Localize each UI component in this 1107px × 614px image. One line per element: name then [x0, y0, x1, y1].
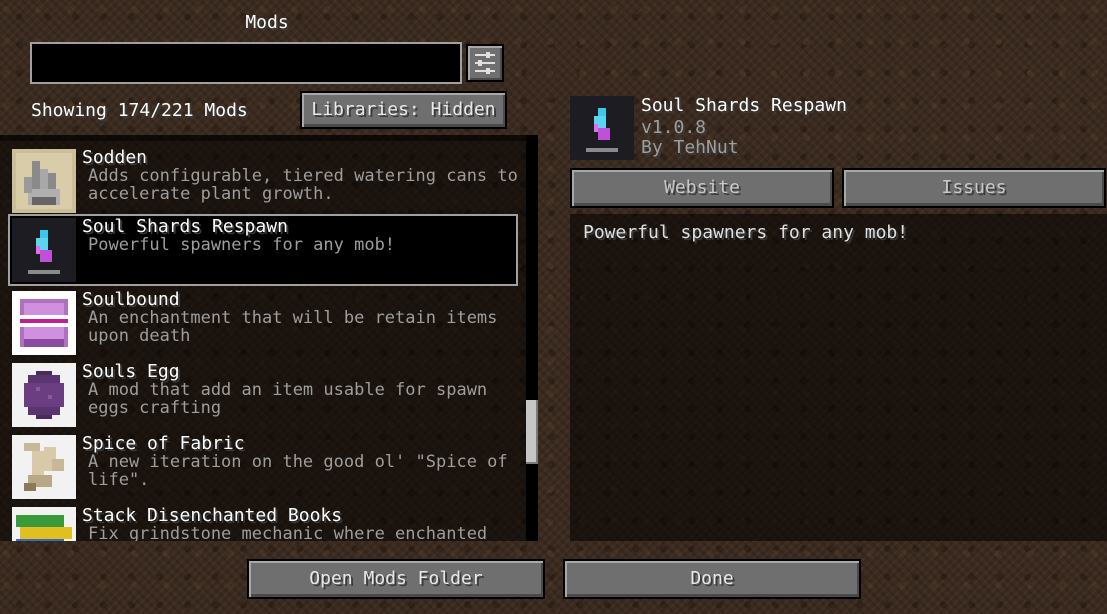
list-item[interactable]: Souls Egg A mod that add an item usable … — [10, 361, 518, 431]
search-input[interactable] — [30, 42, 462, 84]
detail-mod-name: Soul Shards Respawn — [641, 95, 847, 116]
filter-button[interactable] — [466, 44, 504, 82]
list-item[interactable]: Sodden Adds configurable, tiered waterin… — [10, 147, 518, 217]
page-title: Mods — [245, 12, 289, 33]
watering-can-icon — [12, 149, 76, 213]
mod-count-label: Showing 174/221 Mods — [31, 100, 248, 121]
mod-name: Soulbound — [82, 289, 180, 310]
description-panel: Powerful spawners for any mob! — [570, 214, 1107, 541]
scroll-icon — [12, 435, 76, 499]
soulbound-book-icon — [12, 291, 76, 355]
mod-description: An enchantment that will be retain items… — [88, 308, 498, 346]
open-mods-folder-button[interactable]: Open Mods Folder — [247, 559, 545, 599]
mod-name: Souls Egg — [82, 361, 180, 382]
detail-description: Powerful spawners for any mob! — [583, 222, 909, 243]
mod-description: Powerful spawners for any mob! — [88, 235, 396, 255]
libraries-toggle-button[interactable]: Libraries: Hidden — [300, 91, 507, 129]
detail-mod-author: By TehNut — [641, 137, 739, 158]
done-button[interactable]: Done — [563, 559, 861, 599]
mod-description: A mod that add an item usable for spawn … — [88, 380, 488, 418]
spawn-egg-icon — [12, 363, 76, 427]
soul-shard-icon — [570, 96, 634, 160]
books-icon — [12, 507, 76, 541]
issues-button[interactable]: Issues — [842, 168, 1106, 208]
detail-mod-version: v1.0.8 — [641, 117, 707, 138]
mod-name: Sodden — [82, 147, 148, 168]
mod-name: Spice of Fabric — [82, 433, 245, 454]
mod-description: Adds configurable, tiered watering cans … — [88, 166, 518, 204]
list-item[interactable]: Spice of Fabric A new iteration on the g… — [10, 433, 518, 503]
list-item-selected[interactable]: Soul Shards Respawn Powerful spawners fo… — [8, 214, 518, 286]
mod-description: A new iteration on the good ol' "Spice o… — [88, 452, 508, 490]
list-item[interactable]: Soulbound An enchantment that will be re… — [10, 289, 518, 359]
mod-list[interactable]: Sodden Adds configurable, tiered waterin… — [0, 135, 538, 541]
list-item[interactable]: Stack Disenchanted Books Fix grindstone … — [10, 505, 518, 541]
scrollbar-track[interactable] — [526, 135, 538, 541]
mod-description: Fix grindstone mechanic where enchanted — [88, 524, 488, 541]
sliders-icon — [475, 52, 495, 74]
mod-name: Soul Shards Respawn — [82, 216, 288, 237]
scrollbar-thumb[interactable] — [526, 400, 538, 464]
mod-name: Stack Disenchanted Books — [82, 505, 343, 526]
website-button[interactable]: Website — [570, 168, 834, 208]
soul-shard-icon — [12, 218, 76, 282]
